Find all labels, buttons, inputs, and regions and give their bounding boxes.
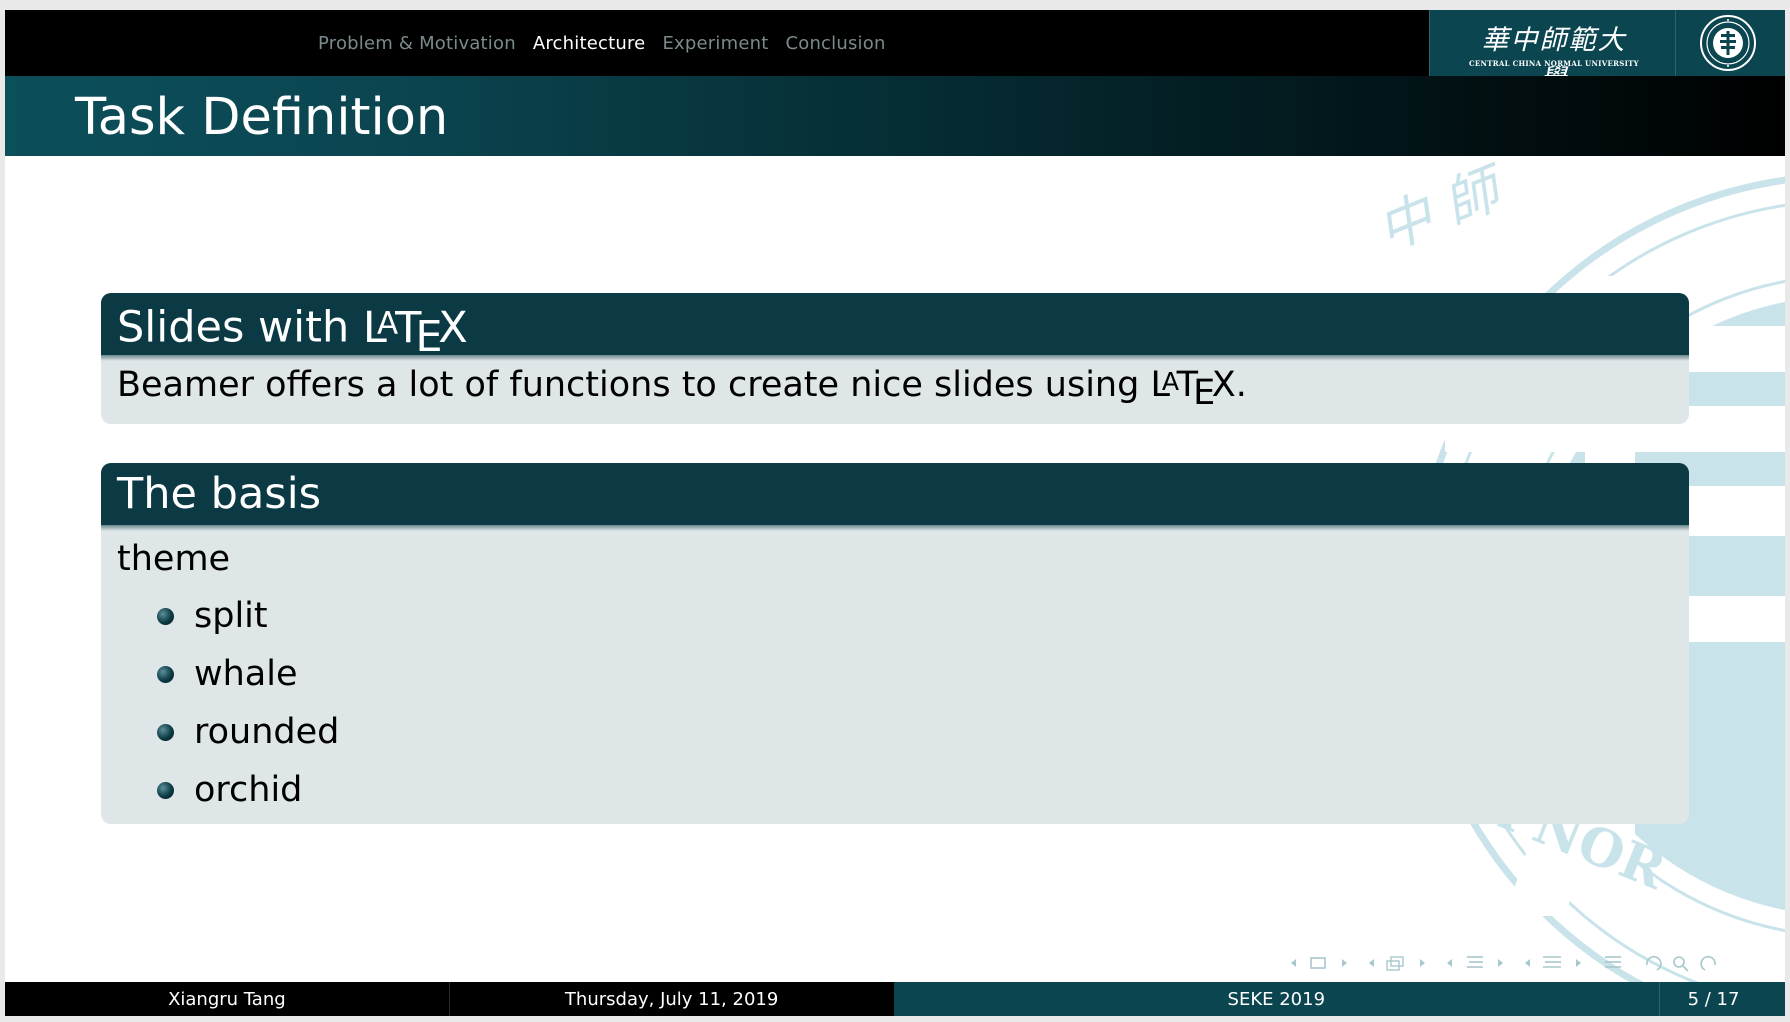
footer-conference: SEKE 2019: [893, 982, 1660, 1016]
block-body: theme split whale rounded orchid: [101, 525, 1689, 819]
presentation-navigation-icon[interactable]: [1521, 952, 1585, 974]
logo-divider: [1675, 10, 1676, 76]
block-the-basis: The basis theme split whale rounded orch…: [101, 463, 1689, 824]
block-title: The basis: [101, 463, 1689, 531]
back-search-forward-icon[interactable]: [1643, 952, 1719, 974]
section-navigation-icon[interactable]: [1443, 952, 1507, 974]
footer-date: Thursday, July 11, 2019: [449, 982, 894, 1016]
block-body-period: .: [1235, 365, 1247, 405]
footline: Xiangru Tang Thursday, July 11, 2019 SEK…: [5, 982, 1785, 1016]
theme-label: theme: [117, 539, 231, 579]
slide: Problem & Motivation Architecture Experi…: [5, 10, 1785, 1016]
list-item-label: split: [194, 596, 268, 636]
latex-logo: LATEX: [362, 302, 468, 363]
latex-logo: LATEX: [1150, 365, 1236, 413]
frame-title: Task Definition: [75, 88, 449, 147]
frame-title-bar: Task Definition: [5, 76, 1785, 156]
block-body: Beamer offers a lot of functions to crea…: [101, 355, 1689, 413]
list-item: rounded: [117, 703, 1689, 761]
header-bar: Problem & Motivation Architecture Experi…: [5, 10, 1785, 95]
footer-page-number: 5 / 17: [1659, 982, 1785, 1016]
list-item-label: rounded: [194, 712, 340, 752]
frame-navigation-icon[interactable]: [1287, 952, 1351, 974]
subsection-navigation-icon[interactable]: [1365, 952, 1429, 974]
block-slides-with-latex: Slides with LATEX Beamer offers a lot of…: [101, 293, 1689, 424]
nav-section-problem-motivation[interactable]: Problem & Motivation: [318, 33, 516, 54]
list-item: whale: [117, 645, 1689, 703]
university-seal-icon: [1700, 15, 1756, 71]
list-item-label: whale: [194, 654, 298, 694]
footer-author: Xiangru Tang: [5, 982, 450, 1016]
nav-section-conclusion[interactable]: Conclusion: [785, 33, 885, 54]
beamer-navigation-symbols: [1287, 950, 1719, 976]
bullet-icon: [157, 782, 174, 799]
list-item: orchid: [117, 761, 1689, 819]
block-body-text: Beamer offers a lot of functions to crea…: [117, 365, 1140, 405]
bullet-icon: [157, 666, 174, 683]
nav-section-experiment[interactable]: Experiment: [662, 33, 768, 54]
university-logo-box: 華中師範大學 CENTRAL CHINA NORMAL UNIVERSITY: [1429, 10, 1785, 95]
block-title: Slides with LATEX: [101, 293, 1689, 363]
block-title-text: Slides with: [117, 302, 350, 353]
university-name-en: CENTRAL CHINA NORMAL UNIVERSITY: [1469, 59, 1639, 68]
bullet-icon: [157, 724, 174, 741]
list-item: split: [117, 587, 1689, 645]
section-navigation: Problem & Motivation Architecture Experi…: [318, 10, 886, 76]
watermark-chars: 中 師: [1368, 156, 1516, 263]
nav-section-architecture[interactable]: Architecture: [533, 33, 646, 54]
appendix-icon[interactable]: [1599, 952, 1629, 974]
bullet-icon: [157, 608, 174, 625]
theme-list: split whale rounded orchid: [117, 587, 1689, 819]
list-item-label: orchid: [194, 770, 303, 810]
